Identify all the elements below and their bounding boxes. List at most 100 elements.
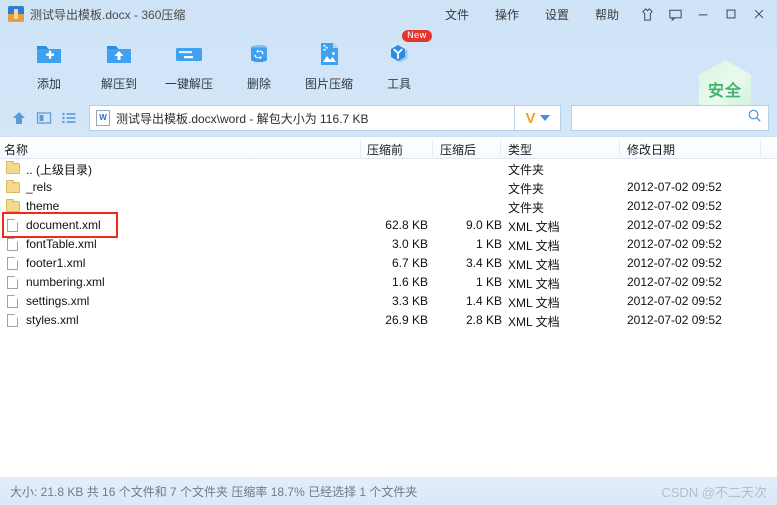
- cell-size-after: 9.0 KB: [465, 218, 502, 232]
- folder-icon: [6, 161, 20, 174]
- table-row[interactable]: theme 文件夹 2012-07-02 09:52: [0, 197, 777, 216]
- table-row[interactable]: styles.xml 26.9 KB 2.8 KB XML 文档 2012-07-02 …: [0, 311, 777, 330]
- minimize-button[interactable]: [689, 2, 717, 26]
- cell-name: styles.xml: [26, 313, 79, 327]
- archive-app-icon: [8, 6, 24, 22]
- image-compress-button[interactable]: 图片压缩: [294, 32, 364, 96]
- cell-type: XML 文档: [508, 220, 560, 234]
- preview-pane-icon[interactable]: [33, 107, 55, 129]
- address-path-text: 测试导出模板.docx\word - 解包大小为 116.7 KB: [116, 111, 369, 126]
- search-input[interactable]: [578, 111, 747, 125]
- toolbar-buttons: 添加 解压到 一键解压 删除 图片压缩 New 工具: [0, 28, 777, 96]
- search-icon[interactable]: [747, 108, 762, 128]
- folder-icon: [6, 199, 20, 212]
- cell-type: 文件夹: [508, 182, 545, 196]
- xml-file-icon: [7, 276, 18, 289]
- cell-size-after: 1 KB: [475, 275, 502, 289]
- delete-button-label: 删除: [246, 77, 271, 91]
- cell-modified: 2012-07-02 09:52: [627, 199, 722, 213]
- menu-file[interactable]: 文件: [445, 6, 469, 23]
- cell-size-after: 3.4 KB: [465, 256, 502, 270]
- column-type[interactable]: 类型: [508, 141, 532, 158]
- table-row[interactable]: footer1.xml 6.7 KB 3.4 KB XML 文档 2012-07-02 …: [0, 254, 777, 273]
- file-list-header: 名称 压缩前 压缩后 类型 修改日期: [0, 137, 777, 159]
- feedback-icon[interactable]: [661, 2, 689, 26]
- cell-size-after: 1.4 KB: [465, 294, 502, 308]
- header-divider: [619, 139, 620, 157]
- cell-name: document.xml: [26, 218, 101, 232]
- maximize-button[interactable]: [717, 2, 745, 26]
- cell-modified: 2012-07-02 09:52: [627, 237, 722, 251]
- xml-file-icon: [7, 314, 18, 327]
- column-size-before[interactable]: 压缩前: [367, 141, 403, 158]
- window-title: 测试导出模板.docx - 360压缩: [30, 7, 186, 22]
- folder-icon: [6, 180, 20, 193]
- header-divider: [500, 139, 501, 157]
- v-mark-icon: V: [525, 109, 536, 127]
- cell-size-before: 62.8 KB: [385, 218, 428, 232]
- one-click-extract-button[interactable]: 一键解压: [154, 32, 224, 96]
- table-row[interactable]: .. (上级目录) 文件夹: [0, 159, 777, 178]
- cell-type: XML 文档: [508, 315, 560, 329]
- header-divider: [432, 139, 433, 157]
- watermark: CSDN @不二天次: [661, 485, 767, 500]
- column-modified[interactable]: 修改日期: [627, 141, 675, 158]
- tools-icon: [382, 37, 416, 71]
- table-row[interactable]: document.xml 62.8 KB 9.0 KB XML 文档 2012-07-0…: [0, 212, 777, 238]
- folder-add-icon: [32, 37, 66, 71]
- list-view-icon[interactable]: [58, 107, 80, 129]
- window-controls: [633, 2, 777, 26]
- search-box[interactable]: [571, 105, 769, 131]
- address-path-box[interactable]: 测试导出模板.docx\word - 解包大小为 116.7 KB: [89, 105, 515, 131]
- table-row[interactable]: settings.xml 3.3 KB 1.4 KB XML 文档 2012-07-02…: [0, 292, 777, 311]
- file-list-pane: 名称 压缩前 压缩后 类型 修改日期 .. (上级目录) 文件夹 _rels 文件夹 2…: [0, 136, 777, 477]
- table-row[interactable]: _rels 文件夹 2012-07-02 09:52: [0, 178, 777, 197]
- cell-type: XML 文档: [508, 239, 560, 253]
- folder-extract-icon: [102, 37, 136, 71]
- table-row[interactable]: numbering.xml 1.6 KB 1 KB XML 文档 2012-07-02 …: [0, 273, 777, 292]
- cell-modified: 2012-07-02 09:52: [627, 313, 722, 327]
- recycle-bin-icon: [242, 37, 276, 71]
- xml-file-icon: [7, 238, 18, 251]
- cell-type: 文件夹: [508, 163, 545, 177]
- cell-size-before: 26.9 KB: [385, 313, 428, 327]
- cell-name: settings.xml: [26, 294, 90, 308]
- status-summary: 大小: 21.8 KB 共 16 个文件和 7 个文件夹 压缩率 18.7% 已…: [10, 484, 418, 499]
- up-arrow-icon[interactable]: [8, 107, 30, 129]
- header-divider: [360, 139, 361, 157]
- chevron-down-icon: [539, 115, 550, 121]
- cell-type: 文件夹: [508, 201, 545, 215]
- cell-size-before: 3.3 KB: [391, 294, 428, 308]
- cell-size-before: 3.0 KB: [391, 237, 428, 251]
- menu-bar: 文件 操作 设置 帮助: [445, 6, 633, 23]
- add-button[interactable]: 添加: [14, 32, 84, 96]
- title-bar: 测试导出模板.docx - 360压缩 文件 操作 设置 帮助: [0, 0, 777, 28]
- skin-icon[interactable]: [633, 2, 661, 26]
- image-compress-button-label: 图片压缩: [304, 77, 353, 91]
- menu-settings[interactable]: 设置: [545, 6, 569, 23]
- cell-modified: 2012-07-02 09:52: [627, 218, 722, 232]
- add-button-label: 添加: [36, 77, 61, 91]
- delete-button[interactable]: 删除: [224, 32, 294, 96]
- tools-button-label: 工具: [386, 77, 411, 91]
- menu-help[interactable]: 帮助: [595, 6, 619, 23]
- image-compress-icon: [312, 37, 346, 71]
- menu-action[interactable]: 操作: [495, 6, 519, 23]
- close-button[interactable]: [745, 2, 773, 26]
- column-name[interactable]: 名称: [4, 141, 28, 158]
- column-size-after[interactable]: 压缩后: [440, 141, 476, 158]
- xml-file-icon: [7, 257, 18, 270]
- status-bar: 大小: 21.8 KB 共 16 个文件和 7 个文件夹 压缩率 18.7% 已…: [0, 477, 777, 505]
- cell-name: theme: [26, 199, 60, 213]
- extract-to-button[interactable]: 解压到: [84, 32, 154, 96]
- address-dropdown-button[interactable]: V: [515, 105, 561, 131]
- cell-modified: 2012-07-02 09:52: [627, 294, 722, 308]
- xml-file-icon: [7, 219, 18, 232]
- one-click-extract-button-label: 一键解压: [164, 77, 213, 91]
- address-bar: 测试导出模板.docx\word - 解包大小为 116.7 KB V: [0, 100, 777, 136]
- cell-size-before: 1.6 KB: [391, 275, 428, 289]
- safe-status-label: 安全: [707, 83, 742, 100]
- tools-button[interactable]: New 工具: [364, 30, 434, 96]
- table-row[interactable]: fontTable.xml 3.0 KB 1 KB XML 文档 2012-07-02 …: [0, 235, 777, 254]
- cell-type: XML 文档: [508, 258, 560, 272]
